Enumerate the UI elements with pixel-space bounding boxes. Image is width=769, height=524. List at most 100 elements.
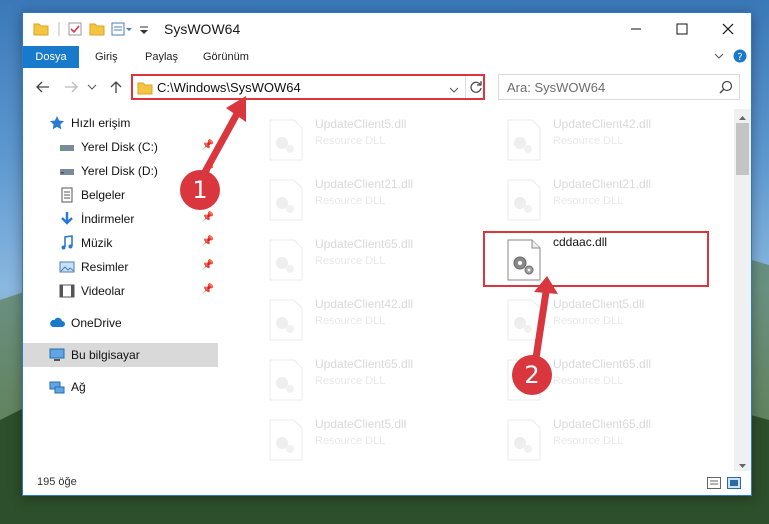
folder-icon: [33, 21, 49, 39]
recent-locations-icon[interactable]: [85, 75, 99, 99]
sidebar-item-label: Belgeler: [81, 188, 126, 202]
details-view-icon[interactable]: [707, 477, 721, 492]
search-icon[interactable]: [719, 80, 733, 97]
list-item[interactable]: UpdateClient5.dll Resource DLL: [485, 293, 715, 349]
video-icon: [59, 283, 75, 299]
sidebar-item-music[interactable]: Müzik 📌: [23, 231, 218, 255]
dll-file-icon: [507, 179, 541, 221]
sidebar-item-onedrive[interactable]: OneDrive: [23, 311, 218, 335]
file-name: UpdateClient5.dll: [315, 117, 407, 131]
properties-icon[interactable]: [67, 21, 83, 39]
minimize-button[interactable]: [613, 13, 659, 45]
tab-gorunum[interactable]: Görünüm: [203, 46, 249, 68]
file-name: UpdateClient5.dll: [553, 297, 645, 311]
file-name: UpdateClient65.dll: [553, 417, 652, 431]
pin-icon[interactable]: 📌: [202, 284, 214, 295]
file-type: Resource DLL: [553, 315, 624, 327]
file-explorer-window: SysWOW64 Dosya Giriş Paylaş Görünüm ? C:…: [22, 12, 752, 496]
document-icon: [59, 187, 75, 203]
tab-paylas[interactable]: Paylaş: [145, 46, 178, 68]
maximize-button[interactable]: [659, 13, 705, 45]
expand-ribbon-icon[interactable]: [713, 50, 725, 65]
forward-arrow-icon[interactable]: [59, 75, 83, 99]
list-item[interactable]: UpdateClient42.dll Resource DLL: [247, 293, 477, 349]
scrollbar-thumb[interactable]: [736, 123, 749, 175]
address-bar[interactable]: C:\Windows\SysWOW64: [131, 74, 485, 100]
list-item[interactable]: UpdateClient65.dll Resource DLL: [485, 413, 715, 469]
sidebar-item-downloads[interactable]: İndirmeler 📌: [23, 207, 218, 231]
dll-file-icon: [269, 239, 303, 281]
back-arrow-icon[interactable]: [31, 75, 55, 99]
sidebar-item-quick-access[interactable]: Hızlı erişim: [23, 111, 218, 135]
file-name: UpdateClient42.dll: [553, 117, 652, 131]
step-1-badge: 1: [180, 170, 220, 210]
customize-toolbar-icon[interactable]: [139, 21, 149, 39]
list-item[interactable]: UpdateClient65.dll Resource DLL: [247, 233, 477, 289]
sidebar-item-videos[interactable]: Videolar 📌: [23, 279, 218, 303]
tab-dosya[interactable]: Dosya: [23, 46, 79, 68]
divider: [465, 76, 466, 98]
help-icon[interactable]: ?: [733, 49, 747, 66]
sidebar-item-label: Bu bilgisayar: [71, 348, 140, 362]
folder-icon: [137, 80, 153, 99]
search-box[interactable]: Ara: SysWOW64: [498, 74, 740, 100]
music-icon: [59, 235, 75, 251]
computer-icon: [49, 347, 65, 363]
refresh-icon[interactable]: [469, 80, 483, 97]
file-name: UpdateClient21.dll: [315, 177, 414, 191]
ribbon-tabs: Dosya Giriş Paylaş Görünüm ?: [23, 46, 751, 68]
list-item[interactable]: UpdateClient65.dll Resource DLL: [247, 353, 477, 409]
file-type: Resource DLL: [553, 375, 624, 387]
step-2-badge: 2: [512, 355, 552, 395]
list-item[interactable]: UpdateClient21.dll Resource DLL: [247, 173, 477, 229]
address-path[interactable]: C:\Windows\SysWOW64: [157, 80, 301, 95]
star-icon: [49, 115, 65, 131]
list-item[interactable]: UpdateClient21.dll Resource DLL: [485, 173, 715, 229]
tab-giris[interactable]: Giriş: [95, 46, 118, 68]
view-options-icon[interactable]: [111, 21, 133, 39]
pin-icon[interactable]: 📌: [202, 260, 214, 271]
file-type: Resource DLL: [315, 135, 386, 147]
dll-file-icon: [269, 419, 303, 461]
new-folder-icon[interactable]: [89, 21, 105, 39]
file-name: UpdateClient65.dll: [315, 237, 414, 251]
list-item[interactable]: UpdateClient5.dll Resource DLL: [247, 413, 477, 469]
file-name: UpdateClient42.dll: [315, 297, 414, 311]
list-item[interactable]: UpdateClient42.dll Resource DLL: [485, 113, 715, 169]
network-icon: [49, 379, 65, 395]
pin-icon[interactable]: 📌: [202, 212, 214, 223]
file-type: Resource DLL: [315, 315, 386, 327]
drive-icon: [59, 139, 75, 155]
sidebar-item-label: OneDrive: [71, 316, 122, 330]
sidebar-item-this-pc[interactable]: Bu bilgisayar: [23, 343, 218, 367]
dll-file-icon: [507, 419, 541, 461]
tiles-view-icon[interactable]: [727, 477, 741, 492]
list-item[interactable]: UpdateClient5.dll Resource DLL: [247, 113, 477, 169]
search-input[interactable]: Ara: SysWOW64: [507, 80, 605, 95]
sidebar-item-label: Ağ: [71, 380, 86, 394]
sidebar-item-label: İndirmeler: [81, 212, 135, 226]
sidebar-item-label: Videolar: [81, 284, 125, 298]
up-arrow-icon[interactable]: [105, 75, 127, 99]
sidebar-item-pictures[interactable]: Resimler 📌: [23, 255, 218, 279]
file-name: UpdateClient65.dll: [553, 357, 652, 371]
sidebar-item-label: Hızlı erişim: [71, 116, 131, 130]
vertical-scrollbar[interactable]: [734, 109, 751, 471]
close-button[interactable]: [705, 13, 751, 45]
file-name: UpdateClient21.dll: [553, 177, 652, 191]
pictures-icon: [59, 259, 75, 275]
file-type: Resource DLL: [315, 255, 386, 267]
chevron-down-icon[interactable]: [449, 83, 459, 97]
sidebar-item-network[interactable]: Ağ: [23, 375, 218, 399]
dll-file-icon: [269, 299, 303, 341]
sidebar-item-disk-c[interactable]: Yerel Disk (C:) 📌: [23, 135, 218, 159]
sidebar-item-label: Müzik: [81, 236, 113, 250]
sidebar-item-label: Yerel Disk (D:): [81, 164, 158, 178]
sidebar-item-label: Resimler: [81, 260, 129, 274]
item-count: 195 öğe: [37, 476, 77, 488]
dll-file-icon: [269, 179, 303, 221]
file-name: UpdateClient5.dll: [315, 417, 407, 431]
pin-icon[interactable]: 📌: [202, 140, 214, 151]
dll-file-icon: [269, 359, 303, 401]
pin-icon[interactable]: 📌: [202, 236, 214, 247]
